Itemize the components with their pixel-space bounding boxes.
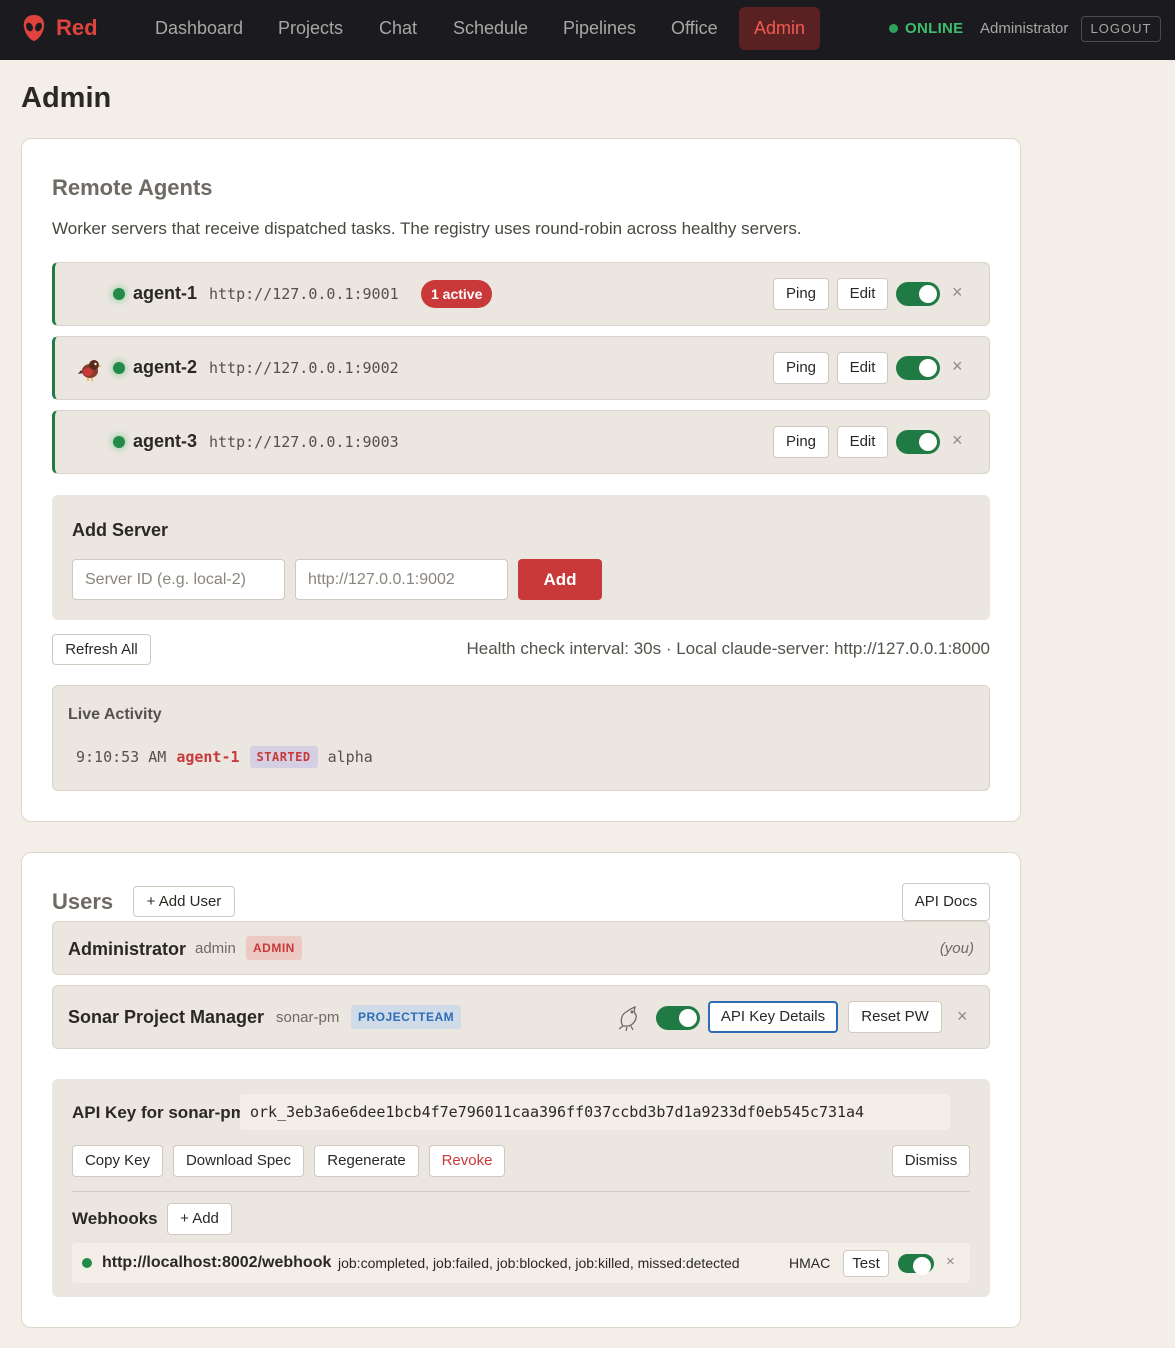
add-server-title: Add Server [72, 520, 169, 540]
agent-name: agent-2 [133, 357, 198, 377]
add-server-panel: Add Server Server ID (e.g. local-2) http… [52, 495, 990, 620]
ping-button[interactable]: Ping [773, 278, 829, 310]
remove-user-button[interactable]: × [957, 1006, 968, 1027]
page-title: Admin [21, 82, 112, 114]
activity-time: 9:10:53 AM [76, 748, 167, 766]
webhook-row: http://localhost:8002/webhook job:comple… [72, 1243, 970, 1283]
activity-entry: 9:10:53 AM agent-1 STARTED alpha [76, 746, 373, 768]
webhook-auth: HMAC [789, 1255, 831, 1271]
add-server-button[interactable]: Add [518, 559, 602, 600]
agent-row: agent-2 http://127.0.0.1:9002 Ping Edit … [52, 336, 990, 400]
divider [72, 1191, 970, 1192]
dismiss-button[interactable]: Dismiss [892, 1145, 970, 1177]
user-name: Sonar Project Manager [68, 1007, 265, 1027]
nav-dashboard[interactable]: Dashboard [140, 7, 258, 50]
ping-button[interactable]: Ping [773, 352, 829, 384]
regenerate-button[interactable]: Regenerate [314, 1145, 419, 1177]
remove-agent-button[interactable]: × [952, 356, 963, 377]
live-activity-panel: Live Activity 9:10:53 AM agent-1 STARTED… [52, 685, 990, 791]
add-user-button[interactable]: + Add User [133, 886, 235, 917]
agent-url: http://127.0.0.1:9002 [209, 359, 399, 377]
live-activity-title: Live Activity [68, 706, 162, 723]
remote-agents-description: Worker servers that receive dispatched t… [52, 219, 802, 238]
add-webhook-button[interactable]: + Add [167, 1203, 232, 1235]
edit-button[interactable]: Edit [837, 426, 888, 458]
brand[interactable]: Red [22, 14, 98, 42]
webhooks-title: Webhooks [72, 1209, 158, 1228]
agent-enabled-toggle[interactable] [896, 356, 940, 380]
activity-agent: agent-1 [176, 748, 240, 766]
api-key-panel: API Key for sonar-pm: ork_3eb3a6e6dee1bc… [52, 1079, 990, 1297]
server-url-input[interactable]: http://127.0.0.1:9002 [295, 559, 508, 600]
health-check-info: Health check interval: 30s · Local claud… [466, 639, 990, 658]
edit-button[interactable]: Edit [837, 278, 888, 310]
copy-key-button[interactable]: Copy Key [72, 1145, 163, 1177]
health-dot-icon [113, 436, 125, 448]
nav-admin[interactable]: Admin [739, 7, 821, 50]
agent-name: agent-1 [133, 283, 198, 303]
activity-target: alpha [327, 748, 373, 766]
current-user-note: (you) [939, 940, 974, 957]
online-status: ONLINE [889, 20, 963, 37]
remove-agent-button[interactable]: × [952, 430, 963, 451]
download-spec-button[interactable]: Download Spec [173, 1145, 304, 1177]
user-login: admin [195, 940, 236, 957]
test-webhook-button[interactable]: Test [843, 1250, 889, 1277]
status-dot-icon [889, 24, 898, 33]
bird-outline-icon [618, 1005, 637, 1032]
users-title: Users [52, 889, 114, 914]
user-login: sonar-pm [276, 1009, 340, 1026]
remote-agents-card: Remote Agents Worker servers that receiv… [21, 138, 1021, 822]
server-id-input[interactable]: Server ID (e.g. local-2) [72, 559, 285, 600]
webhook-events: job:completed, job:failed, job:blocked, … [338, 1255, 740, 1271]
health-dot-icon [113, 288, 125, 300]
remove-webhook-button[interactable]: × [946, 1253, 955, 1270]
nav-pipelines[interactable]: Pipelines [548, 7, 651, 50]
webhook-enabled-toggle[interactable] [898, 1254, 934, 1275]
agent-url: http://127.0.0.1:9001 [209, 285, 399, 303]
api-docs-button[interactable]: API Docs [902, 883, 990, 921]
remote-agents-title: Remote Agents [52, 175, 213, 200]
user-name: Administrator [68, 939, 187, 959]
agent-row: agent-1 http://127.0.0.1:9001 1 active P… [52, 262, 990, 326]
webhook-status-dot-icon [82, 1258, 92, 1268]
users-card: Users + Add User API Docs Administrator … [21, 852, 1021, 1328]
nav-projects[interactable]: Projects [263, 7, 358, 50]
bird-icon [78, 360, 102, 381]
user-row: Sonar Project Manager sonar-pm PROJECTTE… [52, 985, 990, 1049]
revoke-button[interactable]: Revoke [429, 1145, 505, 1177]
agent-enabled-toggle[interactable] [896, 282, 940, 306]
user-enabled-toggle[interactable] [656, 1006, 700, 1030]
activity-event-badge: STARTED [249, 746, 318, 768]
role-badge: PROJECTTEAM [351, 1005, 462, 1029]
nav-office[interactable]: Office [656, 7, 733, 50]
refresh-all-button[interactable]: Refresh All [52, 634, 151, 665]
role-badge: ADMIN [246, 936, 302, 960]
agent-name: agent-3 [133, 431, 198, 451]
active-count-badge: 1 active [421, 280, 493, 308]
api-key-value[interactable]: ork_3eb3a6e6dee1bcb4f7e796011caa396ff037… [240, 1094, 950, 1130]
status-text: ONLINE [905, 20, 964, 37]
current-user: Administrator [980, 20, 1069, 37]
logout-button[interactable]: LOGOUT [1081, 16, 1161, 42]
edit-button[interactable]: Edit [837, 352, 888, 384]
agent-enabled-toggle[interactable] [896, 430, 940, 454]
alien-head-icon [23, 15, 45, 41]
reset-password-button[interactable]: Reset PW [848, 1001, 942, 1033]
ping-button[interactable]: Ping [773, 426, 829, 458]
health-dot-icon [113, 362, 125, 374]
api-key-details-button[interactable]: API Key Details [708, 1001, 838, 1033]
nav-chat[interactable]: Chat [364, 7, 432, 50]
agent-url: http://127.0.0.1:9003 [209, 433, 399, 451]
nav-schedule[interactable]: Schedule [438, 7, 543, 50]
user-row: Administrator admin ADMIN (you) [52, 921, 990, 975]
top-nav-bar: Red Dashboard Projects Chat Schedule Pip… [0, 0, 1175, 60]
agent-row: agent-3 http://127.0.0.1:9003 Ping Edit … [52, 410, 990, 474]
api-key-label: API Key for sonar-pm: [72, 1103, 252, 1122]
brand-name: Red [56, 15, 98, 40]
webhook-url: http://localhost:8002/webhook [102, 1254, 332, 1271]
remove-agent-button[interactable]: × [952, 282, 963, 303]
